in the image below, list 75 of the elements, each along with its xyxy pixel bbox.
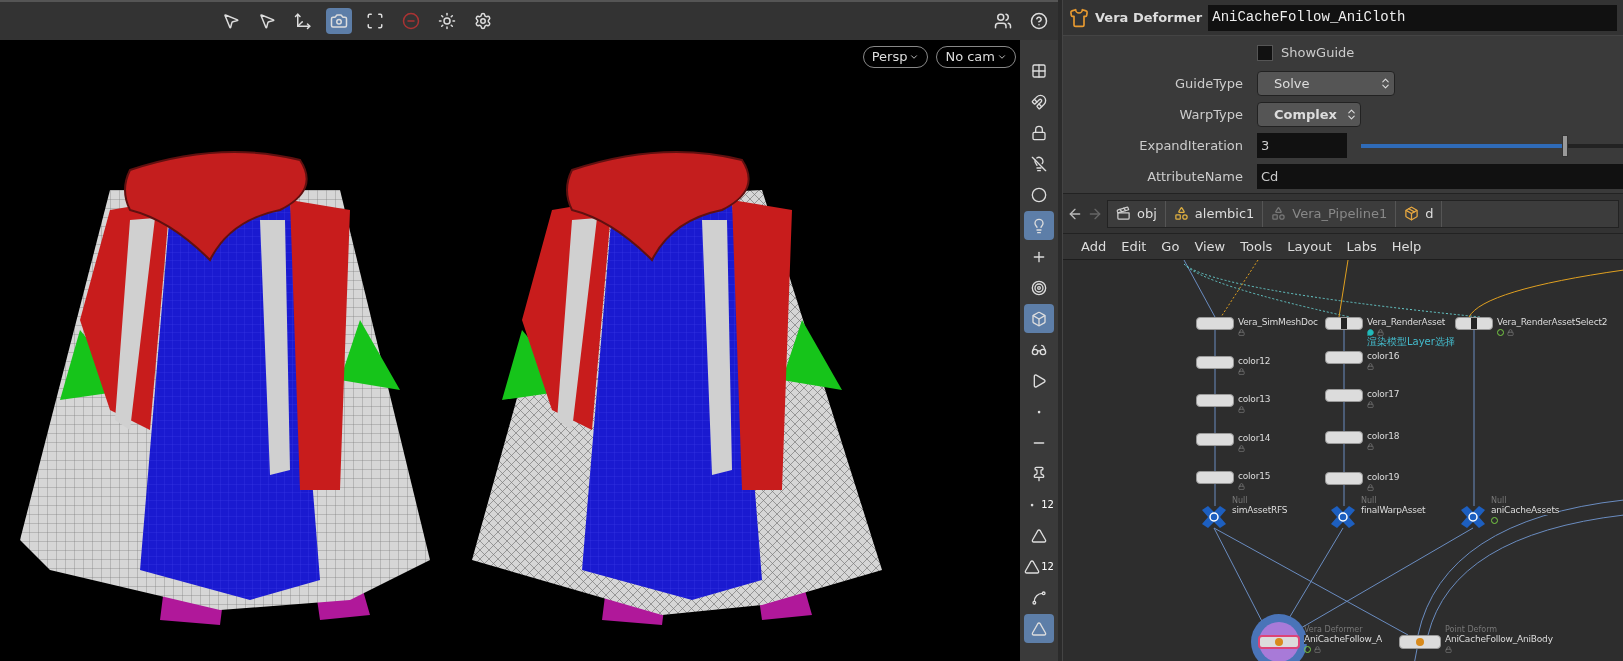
viewport[interactable]: Persp No cam — [0, 40, 1020, 661]
menu-item[interactable]: Help — [1391, 236, 1422, 257]
caret-icon — [909, 52, 920, 62]
cube-icon[interactable] — [1024, 304, 1054, 333]
node-name-label: Vera_SimMeshDoc — [1238, 318, 1318, 327]
node-type-label: Vera Deformer — [1304, 626, 1364, 634]
node-name-label: color18 — [1367, 432, 1400, 441]
node-tile[interactable] — [1325, 389, 1363, 402]
menu-item[interactable]: Edit — [1121, 236, 1147, 257]
deformer-node-tile[interactable] — [1258, 635, 1300, 649]
null-node-icon[interactable] — [1200, 506, 1228, 528]
node-name-label: color14 — [1238, 434, 1271, 443]
caret-icon — [997, 52, 1007, 62]
node-comment: 渲染模型Layer选择 — [1367, 337, 1455, 347]
node-type-label: Null — [1232, 497, 1249, 505]
node-tile[interactable] — [1196, 471, 1234, 484]
switch-node-tile[interactable] — [1325, 317, 1363, 330]
checkbox[interactable] — [1257, 44, 1273, 61]
slider-track[interactable] — [1361, 134, 1623, 157]
deformer-node-tile[interactable] — [1399, 635, 1441, 649]
menu-item[interactable]: Layout — [1287, 236, 1332, 257]
shapes-icon — [1173, 206, 1189, 221]
node-name-label: color12 — [1238, 357, 1271, 366]
node-name-label: AniCacheFollow_A — [1304, 635, 1383, 644]
menu-button[interactable]: Solve — [1257, 71, 1395, 96]
path-segment[interactable]: alembic1 — [1165, 200, 1264, 227]
node-name-label: color19 — [1367, 473, 1400, 482]
package-icon — [1404, 206, 1420, 221]
null-node-icon[interactable] — [1459, 506, 1487, 528]
node-type-label: Null — [1361, 497, 1378, 505]
parameter-label: ExpandIteration — [1138, 136, 1243, 155]
node-type-icon — [1069, 7, 1089, 28]
node-name-label: color17 — [1367, 390, 1400, 399]
checkbox-label: ShowGuide — [1281, 43, 1355, 62]
menu-item[interactable]: Add — [1081, 236, 1107, 257]
node-tile[interactable] — [1325, 351, 1363, 364]
up-down-arrows-icon — [1379, 77, 1392, 90]
node-tile[interactable] — [1325, 472, 1363, 485]
node-type-label: Vera Deformer — [1095, 8, 1203, 27]
menu-item[interactable]: Tools — [1240, 236, 1273, 257]
parameter-label: WarpType — [1178, 105, 1243, 124]
switch-node-tile[interactable] — [1455, 317, 1493, 330]
node-tile[interactable] — [1196, 433, 1234, 446]
camera-icon[interactable] — [326, 8, 352, 34]
up-down-arrows-icon — [1345, 108, 1358, 121]
pipeline-icon — [1271, 206, 1287, 221]
path-segment[interactable]: obj — [1108, 200, 1166, 227]
node-tile[interactable] — [1196, 317, 1234, 330]
node-tile[interactable] — [1196, 356, 1234, 369]
clapperboard-icon — [1116, 206, 1131, 221]
node-name-field[interactable]: AniCacheFollow_AniCloth — [1208, 4, 1617, 31]
node-name-label: aniCacheAssets — [1491, 506, 1560, 515]
parameter-label: GuideType — [1173, 74, 1243, 93]
node-type-label: Point Deform — [1445, 626, 1499, 634]
number-field[interactable]: 3 — [1257, 133, 1347, 158]
path-segment[interactable]: d — [1396, 200, 1443, 227]
node-tile[interactable] — [1196, 394, 1234, 407]
node-tile[interactable] — [1325, 431, 1363, 444]
node-type-label: Null — [1491, 497, 1508, 505]
node-name-label: color15 — [1238, 472, 1271, 481]
node-name-label: AniCacheFollow_AniBody — [1445, 635, 1553, 644]
slider-thumb[interactable] — [1562, 134, 1569, 157]
menu-item[interactable]: Go — [1161, 236, 1180, 257]
text-field[interactable]: Cd — [1257, 164, 1623, 189]
comment-icon — [1367, 329, 1374, 336]
node-name-label: color16 — [1367, 352, 1400, 361]
node-name-label: simAssetRFS — [1232, 506, 1288, 515]
menu-button[interactable]: Complex — [1257, 102, 1361, 127]
node-name-label: Vera_RenderAssetSelect2 — [1497, 318, 1608, 327]
node-name-label: finalWarpAsset — [1361, 506, 1426, 515]
menu-item[interactable]: View — [1194, 236, 1226, 257]
node-name-label: color13 — [1238, 395, 1271, 404]
menu-item[interactable]: Labs — [1346, 236, 1377, 257]
null-node-icon[interactable] — [1329, 506, 1357, 528]
parameter-label: AttributeName — [1146, 167, 1243, 186]
